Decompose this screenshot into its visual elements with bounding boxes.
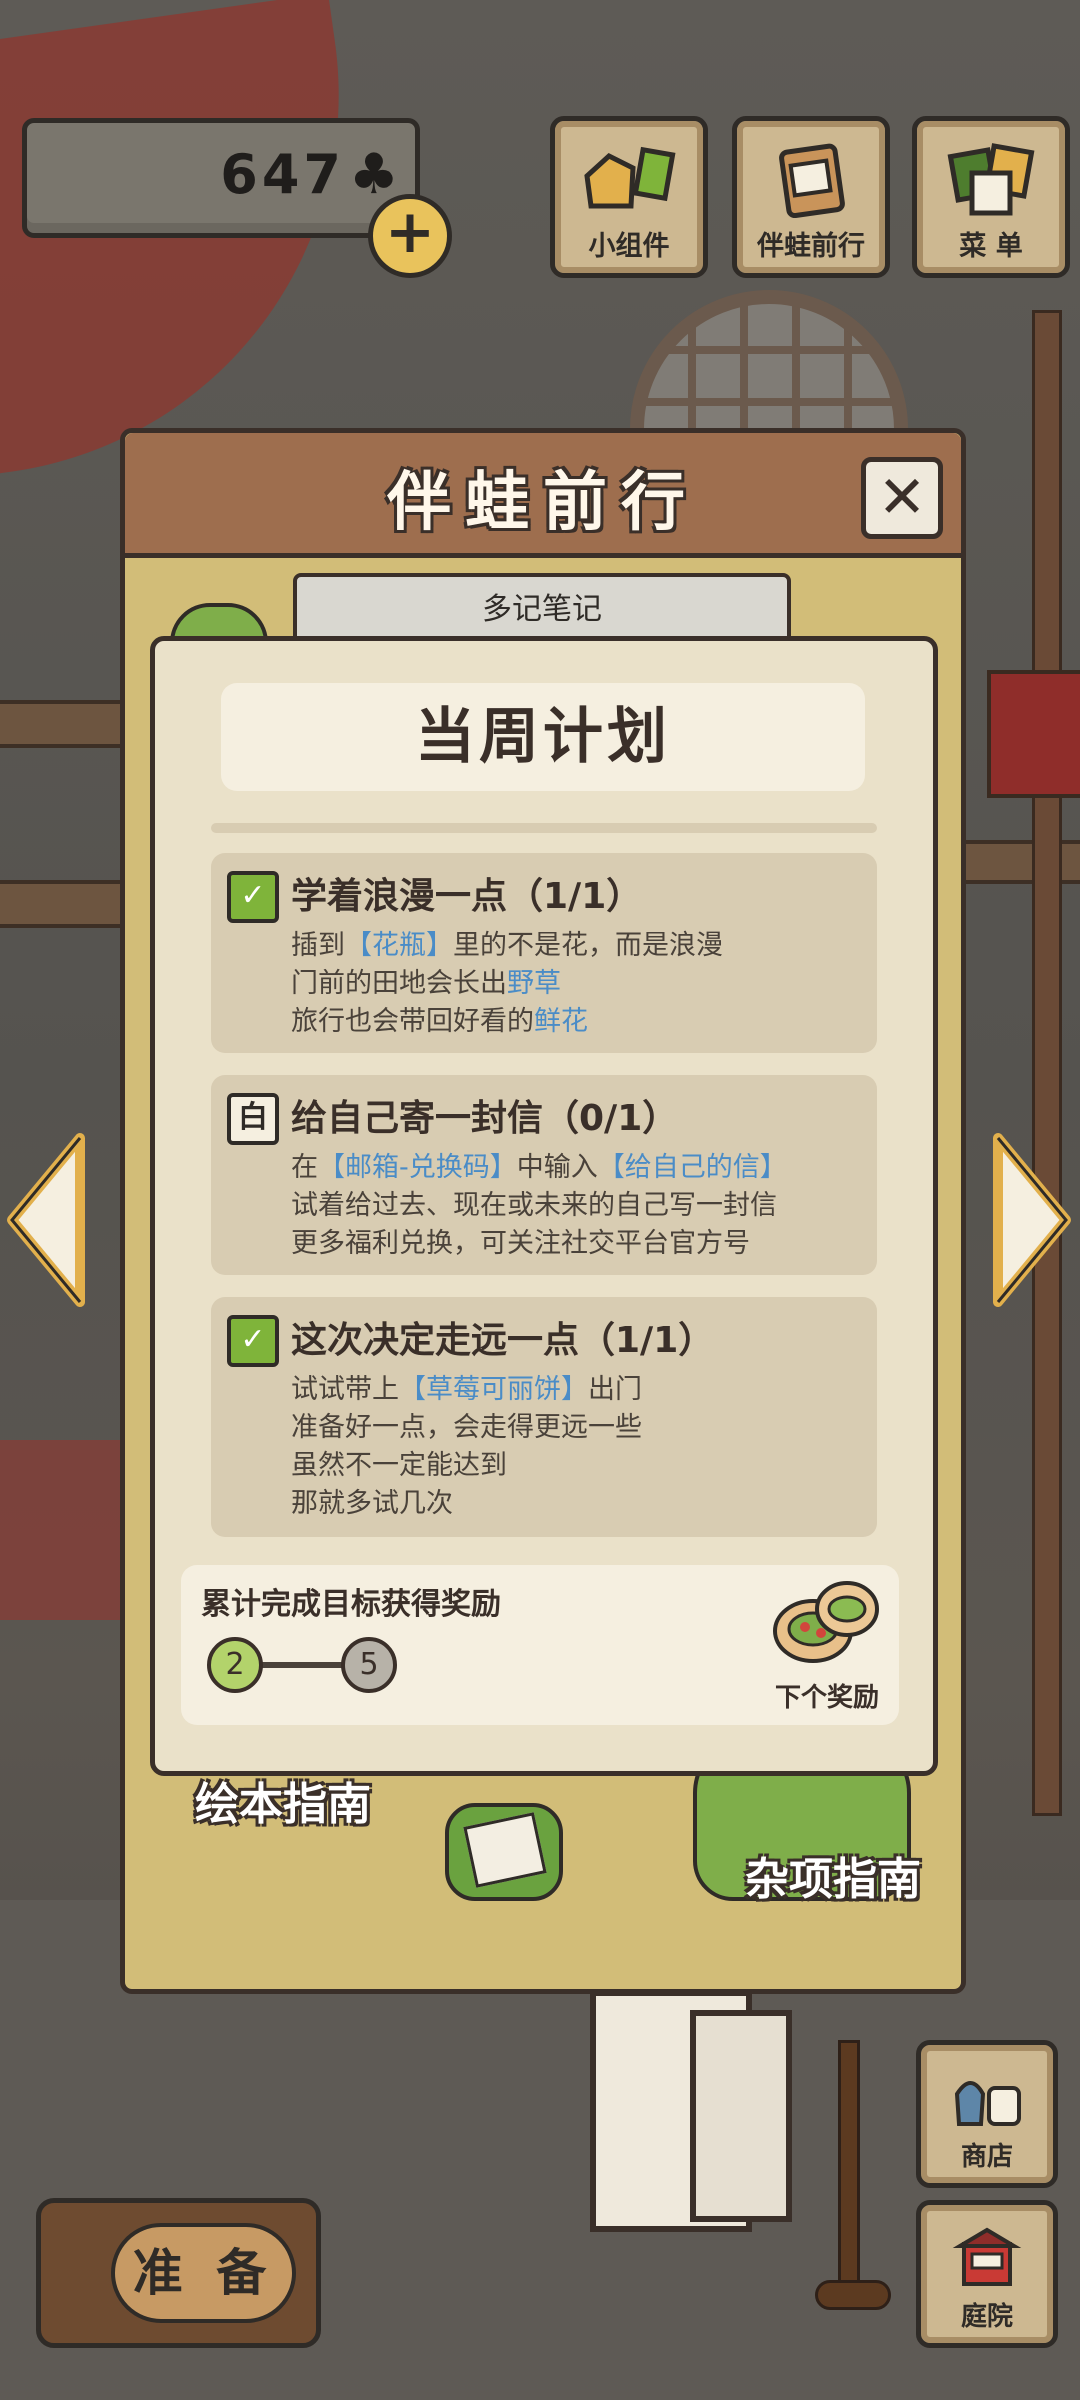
plan-title: 当周计划 <box>221 683 865 791</box>
text: 里的不是花，而是浪漫 <box>453 930 723 961</box>
task-title: 给自己寄一封信（0/1） <box>291 1098 679 1139</box>
task-line: 在【邮箱-兑换码】中输入【给自己的信】 <box>291 1145 787 1184</box>
red-chest <box>987 670 1080 798</box>
text: 插到 <box>291 930 345 961</box>
arrow-right-icon[interactable] <box>990 1132 1074 1308</box>
task-line: 虽然不一定能达到 <box>291 1450 507 1481</box>
lamp-base <box>815 2280 891 2310</box>
dialog-header: 伴蛙前行 ✕ <box>125 433 961 558</box>
close-button[interactable]: ✕ <box>861 457 943 539</box>
highlight-text: 【草莓可丽饼】 <box>399 1374 588 1405</box>
task-line: 更多福利兑换，可关注社交平台官方号 <box>291 1228 750 1259</box>
task-line: 准备好一点，会走得更远一些 <box>291 1412 642 1443</box>
check-calendar-icon: ✓ <box>227 1315 279 1367</box>
text: 中输入 <box>516 1152 598 1183</box>
text: 试试带上 <box>291 1374 399 1405</box>
travel-with-frog-button[interactable]: 伴蛙前行 <box>732 116 890 278</box>
highlight-text: 鲜花 <box>534 1006 588 1037</box>
task-line: 旅行也会带回好看的鲜花 <box>291 999 588 1038</box>
text: 在 <box>291 1152 318 1183</box>
travel-with-frog-label: 伴蛙前行 <box>757 231 865 262</box>
progress-current: 2 <box>207 1637 263 1693</box>
folding-screen-panel <box>690 2010 792 2222</box>
shelf-left-lower <box>0 880 138 928</box>
next-reward-label: 下个奖励 <box>774 1683 879 1713</box>
lamp-stand <box>838 2040 860 2306</box>
widgets-label: 小组件 <box>588 231 670 262</box>
highlight-text: 【花瓶】 <box>345 930 453 961</box>
task-card-romance: ✓ 学着浪漫一点（1/1） 插到【花瓶】里的不是花，而是浪漫 门前的田地会长出野… <box>211 853 877 1053</box>
shop-icon <box>921 2063 1053 2133</box>
prepare-label: 准 备 <box>111 2223 296 2323</box>
divider <box>211 823 877 833</box>
text: 旅行也会带回好看的 <box>291 1006 534 1037</box>
weekly-plan-panel: 当周计划 ✓ 学着浪漫一点（1/1） 插到【花瓶】里的不是花，而是浪漫 门前的田… <box>150 636 938 1776</box>
journal-icon <box>737 141 885 221</box>
arrow-left-icon[interactable] <box>4 1132 88 1308</box>
misc-guide-button[interactable]: 杂项指南 <box>745 1843 921 1907</box>
task-line: 那就多试几次 <box>291 1488 453 1519</box>
cumulative-reward: 累计完成目标获得奖励 2 5 下个奖励 <box>181 1565 899 1725</box>
clover-icon: ♣ <box>348 142 399 207</box>
menu-button[interactable]: 菜 单 <box>912 116 1070 278</box>
check-calendar-icon: ✓ <box>227 871 279 923</box>
task-title: 学着浪漫一点（1/1） <box>291 876 643 917</box>
reward-label: 累计完成目标获得奖励 <box>201 1587 501 1622</box>
dialog-title: 伴蛙前行 <box>387 466 699 540</box>
yard-icon <box>921 2223 1053 2293</box>
text: 门前的田地会长出 <box>291 968 507 999</box>
highlight-text: 【给自己的信】 <box>597 1152 787 1183</box>
task-line: 试试带上【草莓可丽饼】出门 <box>291 1367 642 1406</box>
task-line: 试着给过去、现在或未来的自己写一封信 <box>291 1190 777 1221</box>
shop-label: 商店 <box>960 2142 1013 2172</box>
task-title: 这次决定走远一点（1/1） <box>291 1320 715 1361</box>
prepare-button[interactable]: 准 备 <box>36 2198 321 2348</box>
text: 出门 <box>588 1374 642 1405</box>
highlight-text: 野草 <box>507 968 561 999</box>
menu-label: 菜 单 <box>959 231 1023 262</box>
task-line: 门前的田地会长出野草 <box>291 961 561 1000</box>
shop-button[interactable]: 商店 <box>916 2040 1058 2188</box>
clover-count: 647 <box>220 143 345 206</box>
widget-icon <box>555 141 703 221</box>
yard-button[interactable]: 庭院 <box>916 2200 1058 2348</box>
picture-book-card <box>445 1803 563 1901</box>
paper-icon <box>463 1812 547 1888</box>
yard-label: 庭院 <box>960 2302 1013 2332</box>
clover-counter: 647 ♣ <box>22 118 420 238</box>
task-card-travel-far: ✓ 这次决定走远一点（1/1） 试试带上【草莓可丽饼】出门 准备好一点，会走得更… <box>211 1297 877 1537</box>
task-card-letter: 白 给自己寄一封信（0/1） 在【邮箱-兑换码】中输入【给自己的信】 试着给过去… <box>211 1075 877 1275</box>
wooden-pole <box>1032 310 1062 1816</box>
add-clover-button[interactable]: + <box>368 194 452 278</box>
curtain <box>0 0 388 478</box>
widgets-button[interactable]: 小组件 <box>550 116 708 278</box>
task-line: 插到【花瓶】里的不是花，而是浪漫 <box>291 923 723 962</box>
calendar-icon: 白 <box>227 1093 279 1145</box>
highlight-text: 【邮箱-兑换码】 <box>318 1152 517 1183</box>
dumpling-icon[interactable] <box>771 1575 881 1665</box>
menu-icon <box>917 141 1065 221</box>
picture-book-guide-button[interactable]: 绘本指南 <box>195 1768 371 1832</box>
progress-goal: 5 <box>341 1637 397 1693</box>
